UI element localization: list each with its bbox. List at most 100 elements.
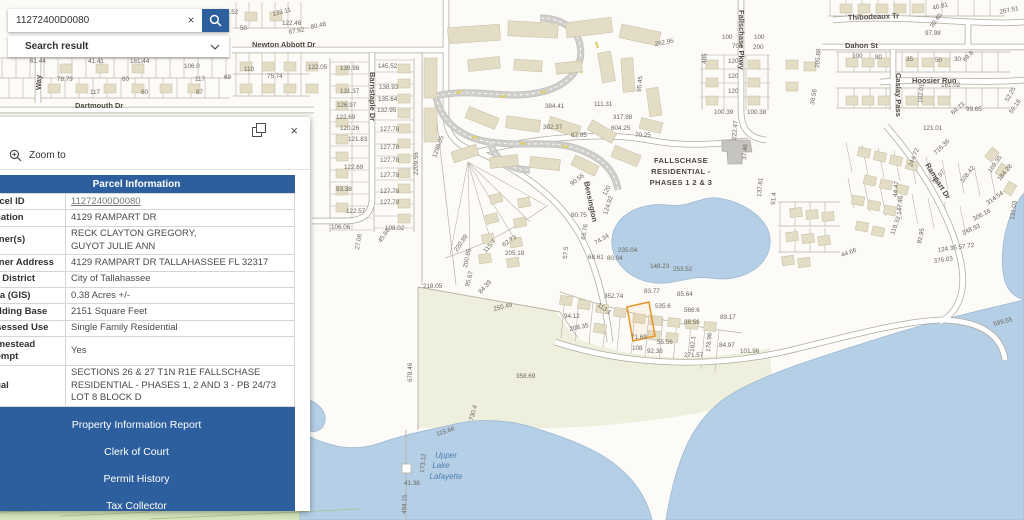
parcel-number-label: 121.83 [348,136,368,143]
parcel-number-label: 80 [875,54,883,61]
parcel-number-label: 95.45 [636,75,644,92]
street-label: Barnstaple Dr [368,72,377,121]
search-icon [209,14,222,27]
parcel-number-label: 317.98 [613,114,633,121]
parcel-number-label: 120 [728,88,739,95]
parcel-number-label: 122.57 [346,208,366,215]
parcel-number-label: 127.78 [380,199,400,206]
parcel-number-label: 87 [196,89,204,96]
parcel-number-label: 108 [632,345,643,352]
parcel-number-label: 700 [732,43,743,50]
parcel-number-label: 161.02 [941,82,961,89]
parcel-number-label: 110 [244,66,255,73]
table-row: Homestead Exempt Yes [0,337,295,366]
street-label: Dartmouth Dr [75,101,123,110]
street-label: Dahon St [845,41,878,50]
water-label: Lafayette [430,472,463,481]
parcel-number-label: 122.46 [282,20,302,27]
table-row: Location 4129 RAMPART DR [0,210,295,226]
parcel-number-label: 566.6 [684,307,700,314]
parcel-number-label: 302.37 [543,124,563,131]
parcel-number-label: 37.46 [741,143,749,160]
parcel-number-label: 89.17 [720,314,736,321]
parcel-number-label: 106.06 [331,224,351,231]
parcel-number-label: 122.69 [336,114,356,121]
parcel-number-label: 127.78 [380,188,400,195]
parcel-number-label: 99.65 [966,106,982,113]
parcel-number-label: 85.64 [677,291,693,298]
clear-search-icon[interactable]: × [180,9,202,32]
parcel-number-label: 122.69 [344,164,364,171]
parcel-number-label: 126.97 [337,102,357,109]
parcel-number-label: 93.38 [336,186,352,193]
parcel-number-label: 75.74 [267,73,283,80]
permit-history-link[interactable]: Permit History [0,466,295,493]
parcel-number-label: 84.97 [719,342,735,349]
parcel-number-label: 91.4 [770,192,778,205]
parcel-number-label: 182.1 [689,335,697,352]
search-result-dropdown[interactable]: Search result [8,36,229,57]
zoom-to-button[interactable]: Zoom to [0,143,310,170]
area-label: RESIDENTIAL - [651,167,711,176]
property-information-report-link[interactable]: Property Information Report [0,412,295,439]
parcel-number-label: 60 [141,89,149,96]
parcel-number-label: 117 [90,89,101,96]
search-result-label: Search result [8,41,210,52]
parcel-number-label: 35 [906,56,914,63]
street-label: Newton Abbott Dr [252,40,316,49]
search-button[interactable] [202,9,229,32]
parcel-number-label: 57.5 [562,246,570,259]
clerk-of-court-link[interactable]: Clerk of Court [0,439,295,466]
parcel-number-label: 253.52 [673,266,693,273]
parcel-number-label: 100.38 [747,109,767,116]
parcel-id-link[interactable]: 11272400D0080 [71,196,141,207]
close-icon[interactable]: × [290,124,298,137]
parcel-number-label: 271.57 [684,352,704,359]
parcel-number-label: 41.38 [404,480,420,487]
parcel-number-label: 101.96 [740,348,760,355]
parcel-number-label: 181.44 [130,58,150,65]
parcel-number-label: 68.61 [588,254,604,261]
parcel-number-label: 88.56 [684,319,700,326]
tax-collector-link[interactable]: Tax Collector [0,493,295,511]
parcel-number-label: 127.78 [380,126,400,133]
table-row: Building Base 2151 Square Feet [0,304,295,320]
parcel-number-label: 111.31 [594,101,613,108]
parcel-number-label: 120 [728,58,739,65]
parcel-number-label: 61.44 [30,58,46,65]
search-input[interactable] [8,15,180,26]
parcel-number-label: 97.98 [925,30,941,37]
table-row: Owner(s) RECK CLAYTON GREGORY, GUYOT JUL… [0,226,295,255]
parcel-number-label: 358.69 [516,373,536,380]
street-label: Way [34,74,43,90]
row-value: 11272400D0080 [66,194,295,210]
parcel-number-label: 485 [701,53,709,65]
table-row: Owner Address 4129 RAMPART DR TALLAHASSE… [0,255,295,271]
water-label: Upper [435,451,457,460]
parcel-number-label: 70.25 [635,132,651,139]
street-label: Thibodeaux Tr [848,11,900,22]
parcel-number-label: 132.95 [377,107,397,114]
parcel-number-label: 83.77 [644,288,660,295]
parcel-number-label: 50 [935,57,943,64]
parcel-number-label: 678.46 [407,362,414,382]
parcel-number-label: 139.98 [340,65,360,72]
parcel-number-label: 2209.56 [413,152,420,175]
table-row: Legal SECTIONS 26 & 27 T1N R1E FALLSCHAS… [0,365,295,406]
water-label: Lake [432,461,450,470]
parcel-number-label: 127.78 [380,172,400,179]
parcel-number-label: 67.95 [571,132,587,139]
area-label: PHASES 1 2 & 3 [650,178,713,187]
search-widget: × [8,9,229,32]
parcel-number-label: 55.56 [657,339,673,346]
table-row: Tax District City of Tallahassee [0,271,295,287]
parcel-number-label: 60 [122,76,130,83]
popup-header: × [0,117,310,143]
parcel-number-label: 117 [195,76,206,83]
parcel-number-label: 122.05 [308,64,328,71]
parcel-number-label: 138.93 [379,84,399,91]
dock-icon[interactable] [252,123,266,137]
parcel-number-label: 30 [954,56,962,63]
parcel-number-label: 100 [722,34,733,41]
parcel-number-label: 121.01 [923,125,943,132]
